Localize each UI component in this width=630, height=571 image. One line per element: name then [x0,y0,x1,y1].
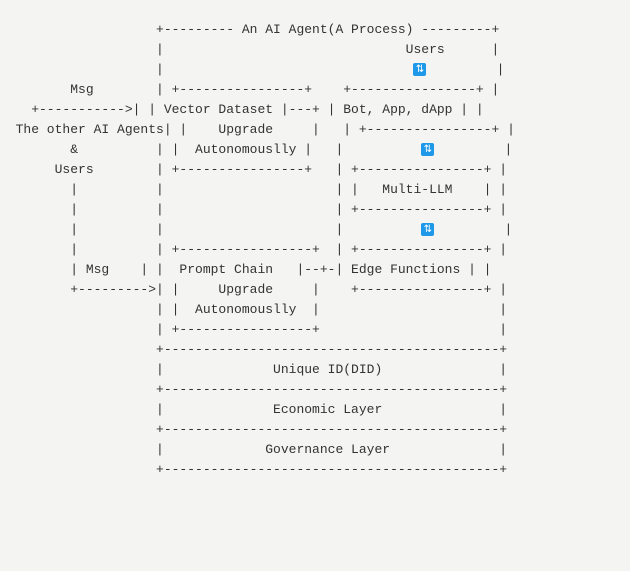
up-down-arrow-icon: ⇅ [413,63,426,76]
architecture-diagram: +--------- An AI Agent(A Process) ------… [0,0,630,480]
up-down-arrow-icon: ⇅ [421,143,434,156]
up-down-arrow-icon: ⇅ [421,223,434,236]
